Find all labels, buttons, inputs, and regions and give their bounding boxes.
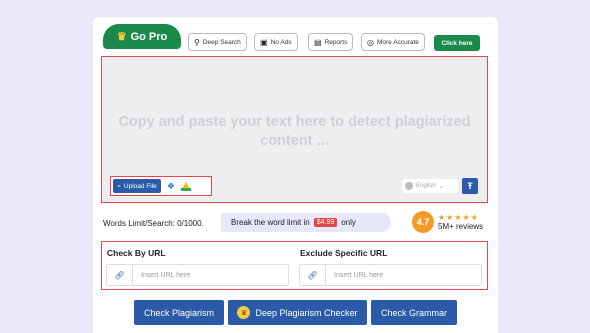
- feature-no-ads: ▣ No Ads: [254, 33, 298, 51]
- target-icon: ◎: [367, 37, 374, 47]
- break-limit-text: Break the word limit in: [231, 218, 310, 227]
- link-icon: 🔗︎: [107, 265, 133, 285]
- globe-icon: [405, 182, 413, 190]
- check-url-placeholder: Insert URL here: [141, 271, 191, 279]
- text-format-icon: Ŧ: [467, 181, 473, 191]
- crown-icon: ♛: [116, 31, 127, 43]
- dropbox-icon[interactable]: ❖: [167, 181, 175, 192]
- feature-label: Deep Search: [202, 38, 241, 46]
- google-drive-icon[interactable]: [180, 181, 191, 191]
- only-text: only: [341, 218, 356, 227]
- search-icon: ⚲: [194, 37, 200, 47]
- upload-file-label: Upload File: [123, 182, 157, 190]
- feature-label: No Ads: [270, 38, 292, 46]
- go-pro-label: Go Pro: [130, 30, 168, 43]
- exclude-url-placeholder: Insert URL here: [334, 271, 384, 279]
- language-select[interactable]: English ⌄: [402, 179, 458, 193]
- url-section: Check By URL Exclude Specific URL 🔗︎ Ins…: [101, 241, 488, 290]
- text-format-button[interactable]: Ŧ: [462, 178, 478, 194]
- exclude-url-label: Exclude Specific URL: [300, 248, 388, 258]
- check-by-url-label: Check By URL: [107, 248, 166, 258]
- check-grammar-button[interactable]: Check Grammar: [371, 300, 457, 325]
- ad-icon: ▣: [260, 37, 268, 47]
- crown-icon: ♛: [237, 306, 251, 319]
- chevron-down-icon: ⌄: [438, 183, 444, 190]
- go-pro-tab[interactable]: ♛ Go Pro: [103, 24, 181, 49]
- deep-plagiarism-checker-button[interactable]: ♛ Deep Plagiarism Checker: [228, 300, 367, 325]
- rating-score: 4.7: [412, 211, 434, 233]
- feature-deep-search: ⚲ Deep Search: [188, 33, 247, 51]
- words-limit-text: Words Limit/Search: 0/1000.: [103, 219, 204, 228]
- attachment-icon: ⌁: [117, 183, 121, 190]
- check-url-input[interactable]: 🔗︎ Insert URL here: [106, 264, 289, 286]
- check-plagiarism-button[interactable]: Check Plagiarism: [134, 300, 224, 325]
- upload-toolbar: ⌁ Upload File ❖: [110, 176, 212, 196]
- feature-more-accurate: ◎ More Accurate: [361, 33, 425, 51]
- feature-label: More Accurate: [376, 38, 419, 46]
- upgrade-banner[interactable]: Break the word limit in $4.99 only: [221, 213, 391, 232]
- rating-widget: 4.7 ★★★★★ 5M+ reviews: [412, 211, 483, 233]
- feature-reports: ▤ Reports: [308, 33, 354, 51]
- upload-file-button[interactable]: ⌁ Upload File: [113, 179, 161, 193]
- report-icon: ▤: [314, 37, 322, 47]
- language-label: English: [416, 183, 436, 189]
- feature-label: Reports: [324, 38, 348, 46]
- price-badge: $4.99: [313, 218, 338, 227]
- deep-checker-label: Deep Plagiarism Checker: [255, 307, 358, 318]
- reviews-count: 5M+ reviews: [438, 221, 484, 231]
- exclude-url-input[interactable]: 🔗︎ Insert URL here: [299, 264, 482, 286]
- star-icons: ★★★★★: [438, 212, 479, 222]
- click-here-button[interactable]: Click here: [434, 35, 480, 51]
- text-input-placeholder: Copy and paste your text here to detect …: [118, 114, 471, 149]
- link-icon: 🔗︎: [300, 265, 326, 285]
